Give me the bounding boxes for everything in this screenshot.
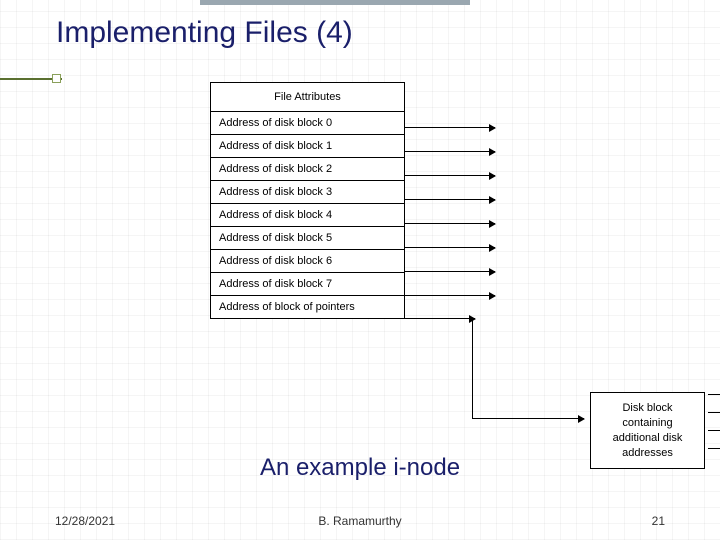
arrow-icon xyxy=(405,223,495,224)
inode-row: Address of disk block 6 xyxy=(210,250,405,273)
inode-row: Address of disk block 4 xyxy=(210,204,405,227)
diagram-caption: An example i-node xyxy=(0,454,720,482)
arrow-icon xyxy=(405,127,495,128)
footer-author: B. Ramamurthy xyxy=(0,514,720,528)
inode-row: Address of disk block 1 xyxy=(210,135,405,158)
inode-attributes-cell: File Attributes xyxy=(210,82,405,112)
footer-page-number: 21 xyxy=(652,514,665,528)
arrow-icon xyxy=(405,175,495,176)
indirect-elbow xyxy=(472,318,473,418)
arrow-icon xyxy=(405,151,495,152)
arrow-icon xyxy=(472,418,584,419)
inode-diagram: File Attributes Address of disk block 0 … xyxy=(210,82,540,319)
page-title: Implementing Files (4) xyxy=(56,16,353,50)
arrow-icon xyxy=(405,199,495,200)
arrow-icon xyxy=(405,247,495,248)
inode-row: Address of disk block 5 xyxy=(210,227,405,250)
arrow-icon xyxy=(405,295,495,296)
inode-row: Address of block of pointers xyxy=(210,296,405,319)
top-accent-bar xyxy=(200,0,470,5)
inode-table: File Attributes Address of disk block 0 … xyxy=(210,82,405,319)
arrow-icon xyxy=(708,448,720,449)
inode-row: Address of disk block 7 xyxy=(210,273,405,296)
arrow-segment xyxy=(405,318,475,319)
inode-row: Address of disk block 0 xyxy=(210,112,405,135)
arrow-icon xyxy=(708,430,720,431)
arrow-icon xyxy=(405,271,495,272)
arrow-icon xyxy=(708,412,720,413)
title-accent-box xyxy=(52,74,61,83)
arrow-icon xyxy=(708,394,720,395)
inode-row: Address of disk block 3 xyxy=(210,181,405,204)
inode-row: Address of disk block 2 xyxy=(210,158,405,181)
